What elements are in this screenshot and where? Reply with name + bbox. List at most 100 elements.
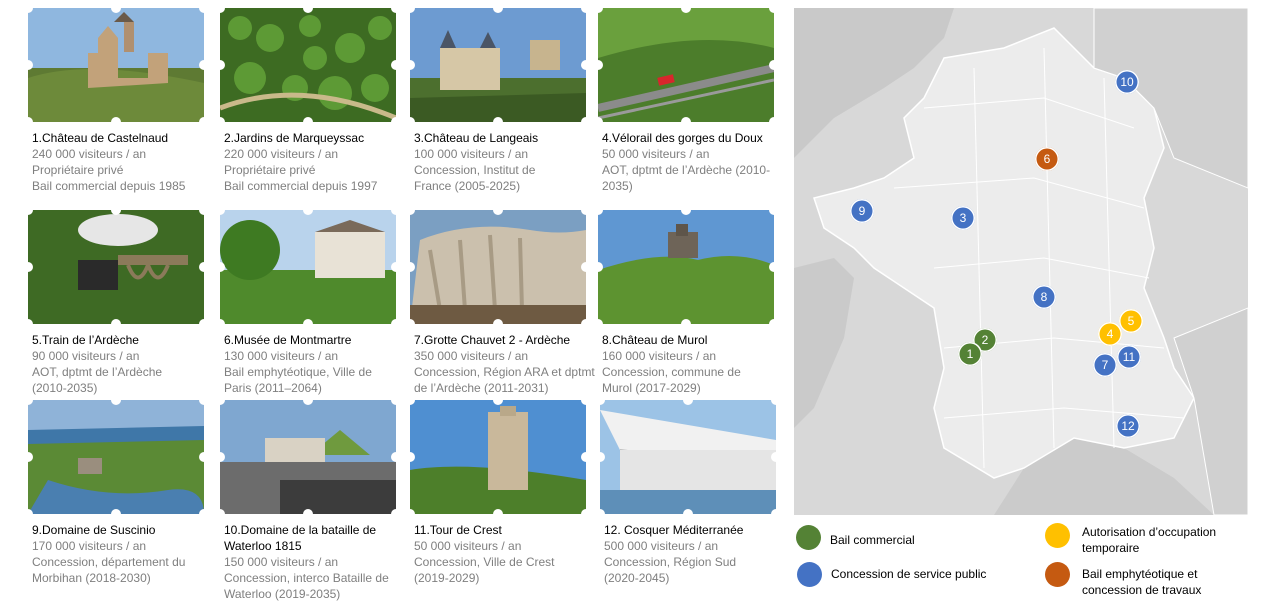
card-detail: Concession, Institut de <box>414 163 536 177</box>
card-detail: Propriétaire privé <box>224 163 316 177</box>
card-detail: France (2005-2025) <box>414 179 521 193</box>
card-caption: 12. Cosquer Méditerranée 500 000 visiteu… <box>604 522 790 586</box>
photo-castelnaud <box>28 8 204 122</box>
card-visitors: 90 000 visiteurs / an <box>32 349 140 363</box>
photo-frame-notch <box>681 117 691 122</box>
photo-frame-notch <box>683 509 693 514</box>
map-marker-3[interactable]: 3 <box>951 206 975 230</box>
map-marker-9[interactable]: 9 <box>850 199 874 223</box>
card-caption: 8.Château de Murol 160 000 visiteurs / a… <box>602 332 788 396</box>
photo-frame-notch <box>303 509 313 514</box>
photo-frame-notch <box>303 319 313 324</box>
legend-dot-concession <box>797 562 822 587</box>
map-marker-10[interactable]: 10 <box>1115 70 1139 94</box>
photo-frame-notch <box>303 117 313 122</box>
card-caption: 5.Train de l’Ardèche 90 000 visiteurs / … <box>32 332 218 396</box>
card-detail: Paris (2011–2064) <box>224 381 322 395</box>
card-title: 10.Domaine de la bataille de Waterloo 18… <box>224 523 377 553</box>
card-visitors: 170 000 visiteurs / an <box>32 539 147 553</box>
card-caption: 3.Château de Langeais 100 000 visiteurs … <box>414 130 600 194</box>
photo-frame-notch <box>581 452 586 462</box>
legend-label-bail-commercial: Bail commercial <box>830 533 915 547</box>
card-caption: 7.Grotte Chauvet 2 - Ardèche 350 000 vis… <box>414 332 600 396</box>
photo-frame-notch <box>391 452 396 462</box>
card-detail: (2019-2029) <box>414 571 480 585</box>
card-detail: Waterloo (2019-2035) <box>224 587 341 601</box>
card-detail: Bail commercial depuis 1985 <box>32 179 186 193</box>
map-background <box>794 8 1248 515</box>
photo-frame-notch <box>769 117 774 122</box>
card-detail: AOT, dptmt de l’Ardèche <box>32 365 163 379</box>
france-map: 10 6 9 3 8 5 4 2 1 11 7 12 <box>794 8 1248 515</box>
photo-frame-notch <box>391 319 396 324</box>
photo-frame-notch <box>111 509 121 514</box>
photo-frame-notch <box>493 117 503 122</box>
card-detail: Concession, Région ARA et dptmt <box>414 365 595 379</box>
photo-murol <box>598 210 774 324</box>
photo-frame-notch <box>391 262 396 272</box>
map-marker-6[interactable]: 6 <box>1035 147 1059 171</box>
photo-train <box>28 210 204 324</box>
map-marker-4[interactable]: 4 <box>1098 322 1122 346</box>
photo-frame-notch <box>199 117 204 122</box>
card-title: 1.Château de Castelnaud <box>32 131 169 145</box>
card-detail: Bail emphytéotique, Ville de <box>224 365 372 379</box>
card-detail: de l’Ardèche (2011-2031) <box>414 381 549 395</box>
photo-frame-notch <box>769 60 774 70</box>
photo-frame-notch <box>769 262 774 272</box>
photo-frame-notch <box>199 60 204 70</box>
card-detail: (2010-2035) <box>32 381 98 395</box>
card-detail: Propriétaire privé <box>32 163 124 177</box>
photo-crest <box>410 400 586 514</box>
legend-dot-aot <box>1045 523 1070 548</box>
card-caption: 11.Tour de Crest 50 000 visiteurs / an C… <box>414 522 600 586</box>
photo-frame-notch <box>493 319 503 324</box>
card-caption: 6.Musée de Montmartre 130 000 visiteurs … <box>224 332 410 396</box>
legend-label-emphyteotique: Bail emphytéotique et concession de trav… <box>1082 567 1202 597</box>
card-caption: 2.Jardins de Marqueyssac 220 000 visiteu… <box>224 130 410 194</box>
photo-montmartre <box>220 210 396 324</box>
card-caption: 1.Château de Castelnaud 240 000 visiteur… <box>32 130 218 194</box>
photo-frame-notch <box>771 452 776 462</box>
photo-frame-notch <box>199 319 204 324</box>
photo-frame-notch <box>111 319 121 324</box>
card-visitors: 350 000 visiteurs / an <box>414 349 529 363</box>
photo-suscinio <box>28 400 204 514</box>
map-marker-8[interactable]: 8 <box>1032 285 1056 309</box>
card-title: 2.Jardins de Marqueyssac <box>224 131 365 145</box>
card-detail: (2020-2045) <box>604 571 670 585</box>
photo-frame-notch <box>391 60 396 70</box>
map-marker-12[interactable]: 12 <box>1116 414 1140 438</box>
map-marker-5[interactable]: 5 <box>1119 309 1143 333</box>
card-detail: Concession, Ville de Crest <box>414 555 555 569</box>
card-visitors: 160 000 visiteurs / an <box>602 349 717 363</box>
card-caption: 4.Vélorail des gorges du Doux 50 000 vis… <box>602 130 788 194</box>
map-marker-11[interactable]: 11 <box>1117 345 1141 369</box>
photo-frame-notch <box>581 60 586 70</box>
photo-frame-notch <box>391 117 396 122</box>
card-detail: Concession, interco Bataille de <box>224 571 389 585</box>
map-marker-1[interactable]: 1 <box>958 342 982 366</box>
card-caption: 10.Domaine de la bataille de Waterloo 18… <box>224 522 410 602</box>
card-detail: Murol (2017-2029) <box>602 381 701 395</box>
card-title: 12. Cosquer Méditerranée <box>604 523 744 537</box>
legend-label-concession: Concession de service public <box>831 567 987 581</box>
card-title: 6.Musée de Montmartre <box>224 333 352 347</box>
card-title: 9.Domaine de Suscinio <box>32 523 156 537</box>
photo-frame-notch <box>391 509 396 514</box>
card-detail: Concession, Région Sud <box>604 555 737 569</box>
photo-frame-notch <box>199 452 204 462</box>
card-title: 5.Train de l’Ardèche <box>32 333 139 347</box>
photo-frame-notch <box>581 319 586 324</box>
photo-frame-notch <box>681 319 691 324</box>
photo-frame-notch <box>769 319 774 324</box>
photo-frame-notch <box>771 509 776 514</box>
card-title: 7.Grotte Chauvet 2 - Ardèche <box>414 333 571 347</box>
legend-label-aot: Autorisation d’occupation temporaire <box>1082 525 1217 555</box>
card-title: 4.Vélorail des gorges du Doux <box>602 131 763 145</box>
map-marker-7[interactable]: 7 <box>1093 353 1117 377</box>
card-title: 11.Tour de Crest <box>414 523 502 537</box>
card-detail: 2035) <box>602 179 633 193</box>
card-detail: Concession, commune de <box>602 365 741 379</box>
card-visitors: 500 000 visiteurs / an <box>604 539 719 553</box>
